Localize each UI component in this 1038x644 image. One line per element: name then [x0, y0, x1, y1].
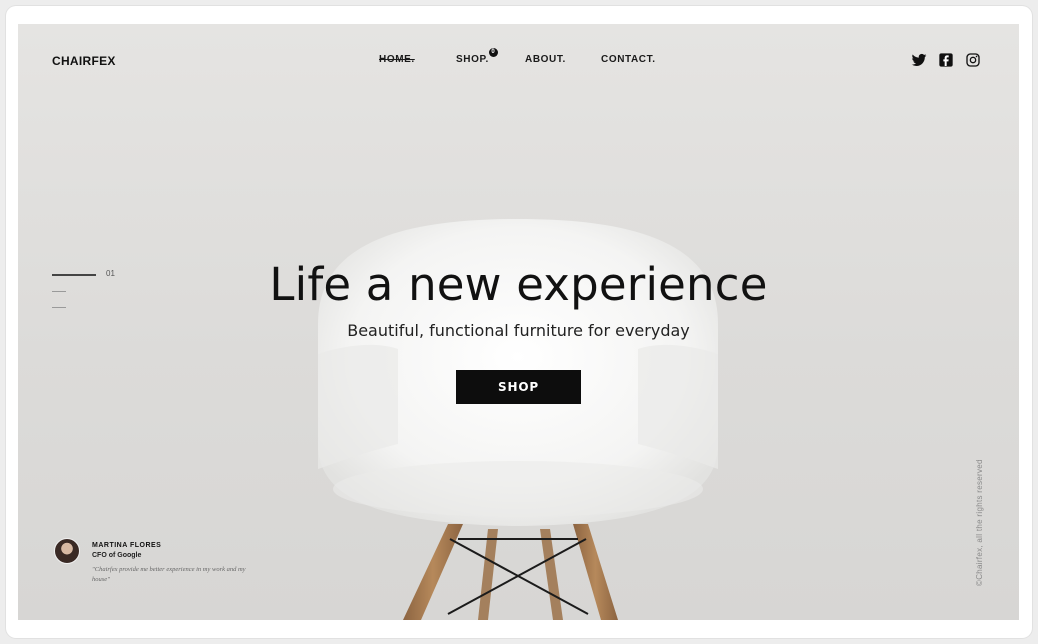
twitter-icon[interactable]: [911, 52, 927, 68]
instagram-icon[interactable]: [965, 52, 981, 68]
testimonial-name: MARTINA FLORES: [92, 542, 162, 549]
hero-subheadline: Beautiful, functional furniture for ever…: [347, 321, 690, 340]
hero-headline: Life a new experience: [269, 258, 768, 311]
cart-count-badge: 0: [488, 48, 498, 57]
hero-section: CHAIRFEX HOME. SHOP. 0 ABOUT. CONTACT. 0…: [18, 24, 1019, 620]
social-links: [911, 52, 981, 68]
copyright-text: ©Chairfex, all the rights reserved: [975, 459, 984, 586]
shop-button[interactable]: SHOP: [456, 370, 581, 404]
facebook-icon[interactable]: [938, 52, 954, 68]
nav-home[interactable]: HOME.: [379, 54, 415, 65]
main-nav: HOME. SHOP. 0 ABOUT. CONTACT.: [18, 48, 1019, 70]
nav-shop[interactable]: SHOP. 0: [456, 48, 498, 65]
testimonial-quote: "Chairfex provide me better experience i…: [92, 566, 246, 583]
nav-shop-label: SHOP.: [456, 54, 489, 65]
nav-about[interactable]: ABOUT.: [525, 54, 566, 65]
avatar: [54, 538, 80, 564]
nav-contact[interactable]: CONTACT.: [601, 54, 656, 65]
testimonial-role: CFO of Google: [92, 552, 142, 559]
